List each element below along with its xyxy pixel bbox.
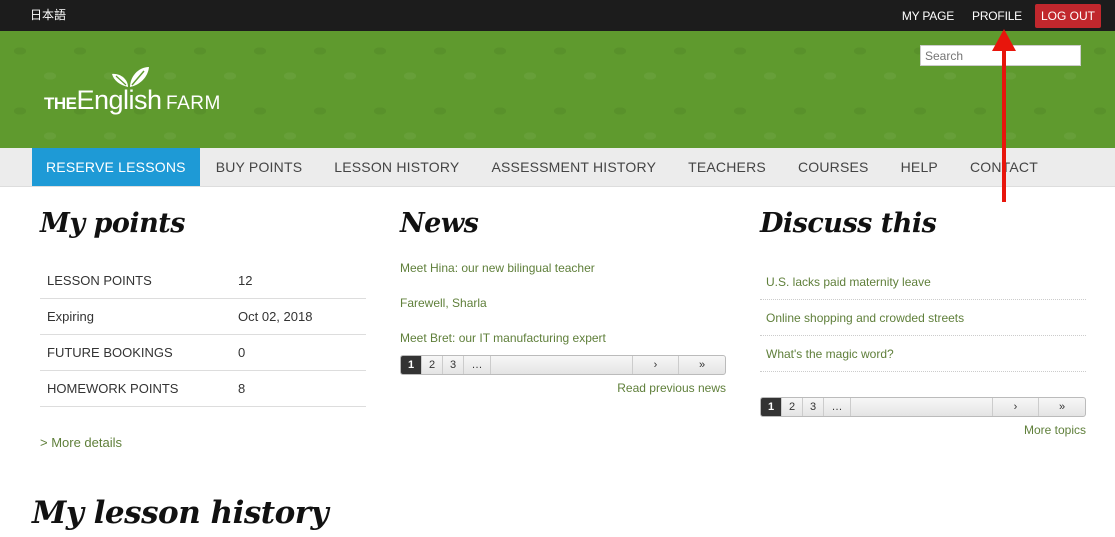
discuss-panel: Discuss this U.S. lacks paid maternity l…: [760, 208, 1086, 437]
points-title: My points: [40, 208, 185, 239]
points-row: LESSON POINTS 12: [40, 263, 366, 299]
points-table: LESSON POINTS 12 Expiring Oct 02, 2018 F…: [40, 263, 366, 407]
points-label: HOMEWORK POINTS: [47, 381, 179, 396]
annotation-arrow-line: [1002, 48, 1006, 202]
points-row: Expiring Oct 02, 2018: [40, 299, 366, 335]
top-bar: 日本語 MY PAGE PROFILE LOG OUT: [0, 0, 1115, 31]
nav-buy-points[interactable]: BUY POINTS: [200, 148, 319, 186]
nav-teachers[interactable]: TEACHERS: [672, 148, 782, 186]
page-ellipsis: …: [824, 398, 851, 416]
top-links: MY PAGE PROFILE LOG OUT: [893, 0, 1101, 31]
lesson-history-title: My lesson history: [32, 495, 329, 531]
next-page-button[interactable]: ›: [993, 398, 1039, 416]
news-item[interactable]: Farewell, Sharla: [400, 296, 726, 331]
language-switch-link[interactable]: 日本語: [30, 6, 66, 23]
page-1-button[interactable]: 1: [761, 398, 782, 416]
nav-lesson-history[interactable]: LESSON HISTORY: [318, 148, 475, 186]
logo-the: THE: [44, 94, 77, 113]
points-label: FUTURE BOOKINGS: [47, 345, 173, 360]
page-3-button[interactable]: 3: [443, 356, 464, 374]
nav-reserve-lessons[interactable]: RESERVE LESSONS: [32, 148, 200, 186]
points-value: 12: [238, 273, 253, 288]
main-nav: RESERVE LESSONS BUY POINTS LESSON HISTOR…: [0, 148, 1115, 187]
discuss-title: Discuss this: [760, 208, 937, 239]
more-details-link[interactable]: > More details: [40, 435, 122, 450]
news-list: Meet Hina: our new bilingual teacher Far…: [400, 261, 726, 366]
profile-link[interactable]: PROFILE: [963, 9, 1031, 23]
points-label: LESSON POINTS: [47, 273, 152, 288]
pager-spacer: [851, 398, 993, 416]
points-value: 8: [238, 381, 246, 396]
points-row: FUTURE BOOKINGS 0: [40, 335, 366, 371]
page-2-button[interactable]: 2: [782, 398, 803, 416]
nav-assessment-history[interactable]: ASSESSMENT HISTORY: [475, 148, 672, 186]
points-panel: My points LESSON POINTS 12 Expiring Oct …: [40, 208, 366, 452]
logo-english: English: [76, 85, 163, 115]
page-1-button[interactable]: 1: [401, 356, 422, 374]
last-page-button[interactable]: »: [679, 356, 725, 374]
news-panel: News Meet Hina: our new bilingual teache…: [400, 208, 726, 395]
discuss-item[interactable]: What's the magic word?: [760, 336, 1086, 372]
page-ellipsis: …: [464, 356, 491, 374]
points-row: HOMEWORK POINTS 8: [40, 371, 366, 407]
logo-farm: FARM: [166, 93, 221, 114]
discuss-list: U.S. lacks paid maternity leave Online s…: [760, 264, 1086, 372]
page-3-button[interactable]: 3: [803, 398, 824, 416]
next-page-button[interactable]: ›: [633, 356, 679, 374]
more-topics-link[interactable]: More topics: [760, 423, 1086, 437]
discuss-item[interactable]: Online shopping and crowded streets: [760, 300, 1086, 336]
news-title: News: [400, 208, 479, 239]
discuss-pager: 1 2 3 … › »: [760, 397, 1086, 417]
nav-help[interactable]: HELP: [885, 148, 954, 186]
nav-courses[interactable]: COURSES: [782, 148, 885, 186]
points-value: 0: [238, 345, 246, 360]
news-pager: 1 2 3 … › »: [400, 355, 726, 375]
last-page-button[interactable]: »: [1039, 398, 1085, 416]
read-previous-news-link[interactable]: Read previous news: [400, 381, 726, 395]
my-page-link[interactable]: MY PAGE: [893, 9, 963, 23]
logo-wordmark: THEEnglish FARM: [44, 85, 221, 116]
pager-spacer: [491, 356, 633, 374]
leaf-icon: [112, 67, 149, 87]
discuss-item[interactable]: U.S. lacks paid maternity leave: [760, 264, 1086, 300]
points-value: Oct 02, 2018: [238, 309, 313, 324]
site-logo[interactable]: THEEnglish FARM: [44, 65, 234, 125]
logout-button[interactable]: LOG OUT: [1034, 3, 1101, 28]
page-2-button[interactable]: 2: [422, 356, 443, 374]
news-item[interactable]: Meet Hina: our new bilingual teacher: [400, 261, 726, 296]
points-label: Expiring: [47, 309, 94, 324]
